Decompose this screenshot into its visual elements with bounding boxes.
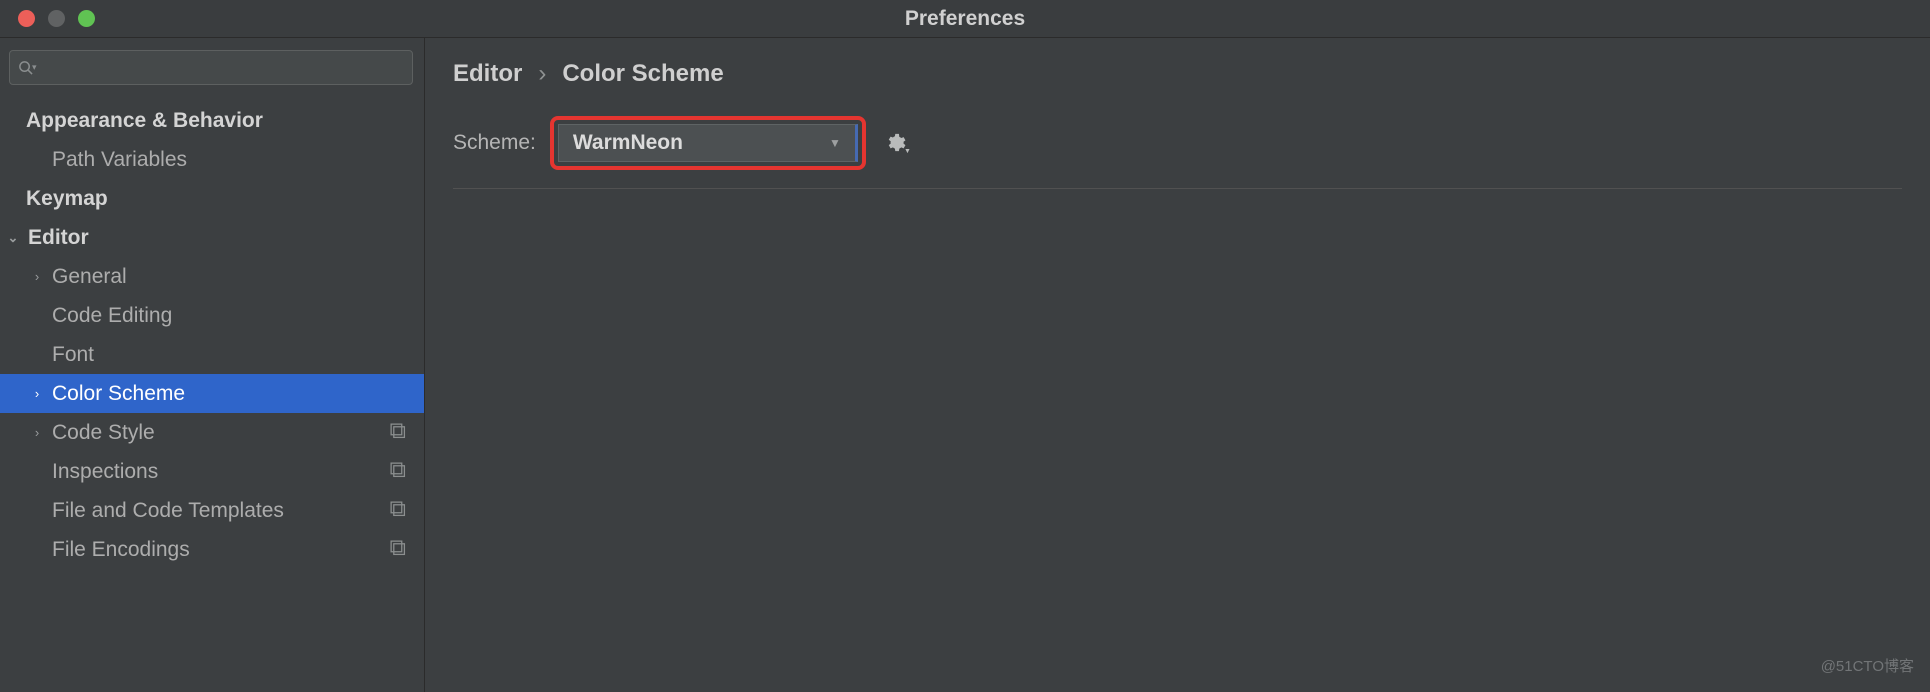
maximize-window-button[interactable]	[78, 10, 95, 27]
chevron-right-icon[interactable]: ›	[30, 425, 44, 440]
chevron-right-icon[interactable]: ›	[30, 269, 44, 284]
window-title: Preferences	[905, 7, 1025, 31]
sidebar-item-editor[interactable]: ⌄ Editor	[0, 218, 424, 257]
sidebar-item-label: General	[52, 265, 127, 289]
annotation-highlight: WarmNeon ▼	[550, 116, 866, 170]
sidebar-item-label: File Encodings	[52, 538, 190, 562]
sidebar-item-label: Color Scheme	[52, 382, 185, 406]
sidebar-item-label: Path Variables	[52, 148, 187, 172]
titlebar: Preferences	[0, 0, 1930, 38]
dropdown-arrow-icon: ▼	[904, 148, 911, 155]
search-box[interactable]: ▾	[9, 50, 413, 85]
scheme-actions-button[interactable]: ▼	[884, 132, 906, 154]
sidebar-item-label: Appearance & Behavior	[26, 109, 263, 133]
breadcrumb-separator: ›	[538, 60, 546, 88]
sidebar-item-path-variables[interactable]: Path Variables	[0, 140, 424, 179]
sidebar-item-font[interactable]: Font	[0, 335, 424, 374]
profile-scope-icon	[389, 460, 406, 484]
sidebar-item-label: Keymap	[26, 187, 108, 211]
scheme-select[interactable]: WarmNeon ▼	[558, 124, 858, 162]
search-wrap: ▾	[0, 38, 424, 93]
search-input[interactable]	[43, 57, 404, 78]
chevron-down-icon[interactable]: ⌄	[6, 230, 20, 246]
sidebar-item-general[interactable]: › General	[0, 257, 424, 296]
sidebar: ▾ Appearance & Behavior Path Variables Key…	[0, 38, 425, 692]
sidebar-item-file-and-code-templates[interactable]: File and Code Templates	[0, 491, 424, 530]
breadcrumb-item[interactable]: Color Scheme	[562, 60, 723, 88]
minimize-window-button[interactable]	[48, 10, 65, 27]
sidebar-item-label: Editor	[28, 226, 89, 250]
main-panel: Editor › Color Scheme Scheme: WarmNeon ▼…	[425, 38, 1930, 692]
close-window-button[interactable]	[18, 10, 35, 27]
breadcrumb: Editor › Color Scheme	[453, 60, 1902, 88]
sidebar-item-label: Code Style	[52, 421, 155, 445]
sidebar-item-appearance-behavior[interactable]: Appearance & Behavior	[0, 101, 424, 140]
scheme-row: Scheme: WarmNeon ▼ ▼	[453, 116, 1902, 189]
gear-icon	[884, 132, 906, 154]
sidebar-item-keymap[interactable]: Keymap	[0, 179, 424, 218]
sidebar-item-code-style[interactable]: › Code Style	[0, 413, 424, 452]
breadcrumb-item[interactable]: Editor	[453, 60, 522, 88]
sidebar-item-label: Code Editing	[52, 304, 172, 328]
watermark: @51CTO博客	[1821, 655, 1914, 676]
sidebar-item-color-scheme[interactable]: › Color Scheme	[0, 374, 424, 413]
scheme-label: Scheme:	[453, 131, 536, 155]
sidebar-item-code-editing[interactable]: Code Editing	[0, 296, 424, 335]
search-dropdown-icon[interactable]: ▾	[32, 62, 37, 73]
sidebar-item-inspections[interactable]: Inspections	[0, 452, 424, 491]
chevron-down-icon: ▼	[829, 136, 841, 150]
content-area: ▾ Appearance & Behavior Path Variables Key…	[0, 38, 1930, 692]
profile-scope-icon	[389, 421, 406, 445]
sidebar-item-file-encodings[interactable]: File Encodings	[0, 530, 424, 569]
profile-scope-icon	[389, 499, 406, 523]
chevron-right-icon[interactable]: ›	[30, 386, 44, 401]
traffic-lights	[18, 10, 95, 27]
sidebar-item-label: File and Code Templates	[52, 499, 284, 523]
settings-tree: Appearance & Behavior Path Variables Keyma…	[0, 93, 424, 692]
sidebar-item-label: Font	[52, 343, 94, 367]
profile-scope-icon	[389, 538, 406, 562]
sidebar-item-label: Inspections	[52, 460, 158, 484]
scheme-select-value: WarmNeon	[573, 131, 683, 155]
search-icon	[18, 60, 33, 75]
